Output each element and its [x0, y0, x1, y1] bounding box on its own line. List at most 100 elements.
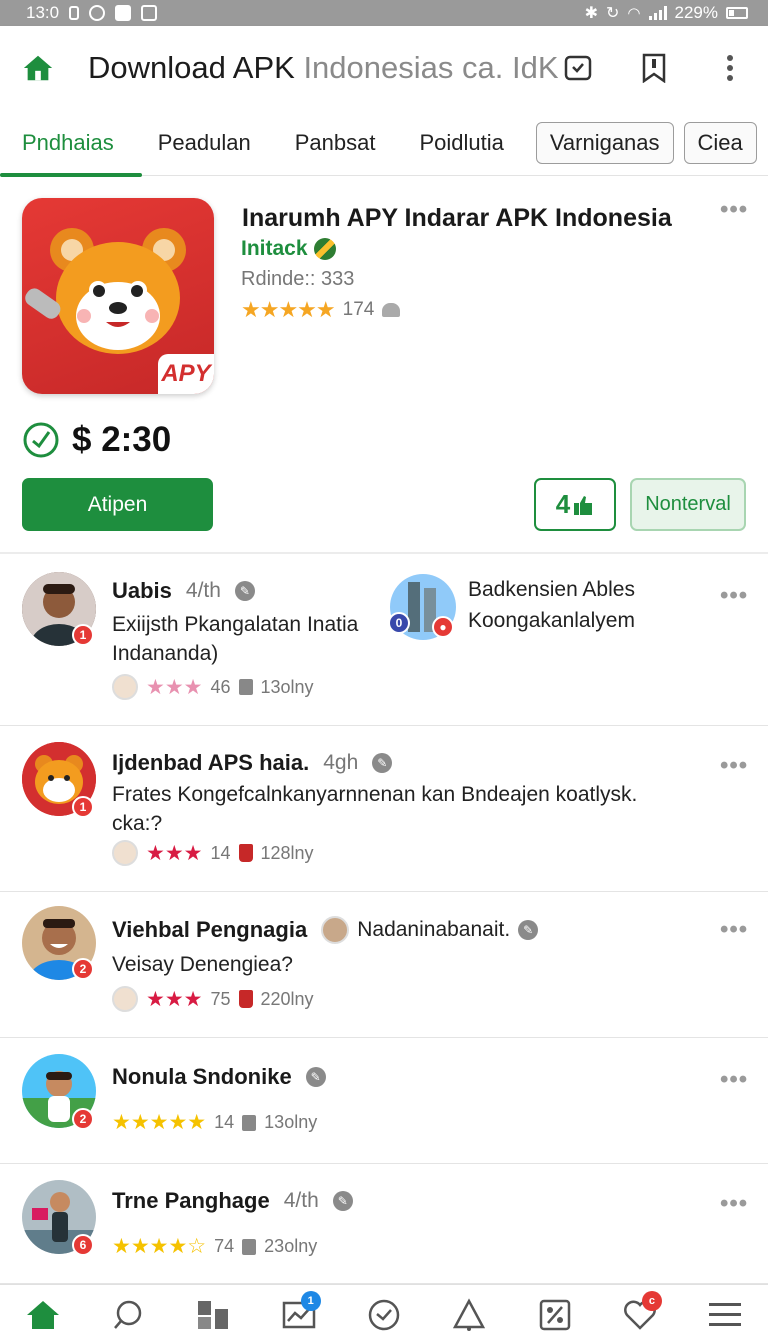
filter-chip-varniganas[interactable]: Varniganas: [535, 121, 674, 164]
nav-search[interactable]: [108, 1295, 148, 1335]
battery-icon: [726, 7, 748, 19]
nav-offers[interactable]: [535, 1295, 575, 1335]
review-count: 75: [210, 988, 231, 1009]
save-icon[interactable]: [562, 52, 594, 84]
app-price: $ 2:30: [72, 420, 172, 459]
review-ago: 4/th: [185, 579, 221, 602]
like-button[interactable]: 4: [534, 478, 616, 531]
reviewer-badge: 1: [72, 796, 94, 818]
review-stars: ★★★: [146, 987, 203, 1011]
like-count: 4: [555, 489, 571, 519]
related-app-badge: 0: [388, 612, 410, 634]
review-more-icon[interactable]: •••: [720, 916, 748, 944]
reviewer-name[interactable]: Nonula Sndonike: [112, 1064, 292, 1090]
cup-icon[interactable]: [238, 844, 253, 862]
thumbs-icon[interactable]: [242, 1238, 257, 1255]
app-icon: APY: [22, 198, 214, 394]
sync-icon: ↻: [606, 5, 620, 22]
app-more-icon[interactable]: •••: [720, 196, 748, 224]
review-meta: ★★★★★ 14 13olny: [112, 1110, 317, 1135]
reviewer-mini-avatar: [321, 916, 350, 944]
review-stars: ★★★★★: [112, 1111, 207, 1134]
clock-check-icon: [23, 422, 59, 458]
reviewer-name[interactable]: Trne Panghage: [112, 1188, 270, 1214]
nav-menu[interactable]: [705, 1295, 745, 1335]
reviewer-name[interactable]: Uabis: [112, 578, 172, 604]
review-more-icon[interactable]: •••: [720, 1066, 748, 1094]
reviewer-name[interactable]: Ijdenbad APS haia.: [112, 750, 309, 776]
thumbs-icon[interactable]: [238, 679, 253, 695]
nav-home[interactable]: [23, 1295, 63, 1335]
thumbs-up-icon: [574, 495, 593, 515]
reviewer-name[interactable]: Viehbal Pengnagia: [112, 917, 307, 943]
app-rating: ★★★★★ 174: [241, 297, 401, 323]
review-more-icon[interactable]: •••: [720, 752, 748, 780]
page-title-main: Download APK: [88, 50, 295, 85]
page-title-muted: Indonesias ca. IdK: [303, 50, 559, 85]
tab-panbsat[interactable]: Panbsat: [273, 110, 398, 176]
apps-icon: [198, 1300, 229, 1329]
nav-check[interactable]: [364, 1295, 404, 1335]
review-more-icon[interactable]: •••: [720, 582, 748, 610]
secondary-button[interactable]: Nonterval: [630, 478, 746, 531]
filter-chip-ciea[interactable]: Ciea: [683, 121, 757, 164]
app-meta: Rdinde:: 333: [241, 268, 355, 290]
status-time: 13:0: [26, 3, 60, 22]
review-item: 6 Trne Panghage 4/th ✎ ••• ★★★★☆ 74 23ol…: [0, 1164, 768, 1284]
reviewer-badge: 6: [72, 1234, 94, 1256]
review-meta: ★★★ 14 128lny: [112, 840, 314, 866]
tab-peadulan[interactable]: Peadulan: [136, 110, 273, 176]
notification-icon: [115, 5, 132, 21]
review-item: 2 Viehbal Pengnagia Nadaninabanait. ✎ ••…: [0, 892, 768, 1038]
related-app-thumbnail[interactable]: 0 ●: [388, 572, 458, 642]
page-title: Download APK Indonesias ca. IdK: [88, 50, 559, 86]
developer-flag-icon: [313, 238, 336, 260]
reviewer-name-row: Uabis 4/th ✎: [112, 578, 255, 604]
home-icon[interactable]: [22, 52, 54, 84]
overflow-menu-icon[interactable]: [714, 52, 746, 84]
tab-pndhaias[interactable]: Pndhaias: [0, 110, 142, 177]
reviewer-name-row: Viehbal Pengnagia Nadaninabanait. ✎: [112, 916, 539, 944]
signal-icon: [648, 6, 667, 20]
app-icon-label: APY: [158, 354, 214, 394]
review-meta: ★★★★☆ 74 23olny: [112, 1234, 317, 1259]
verified-icon: ✎: [518, 920, 539, 940]
review-icon: [382, 303, 401, 317]
app-developer[interactable]: Initack: [241, 237, 336, 261]
verified-icon: ✎: [234, 581, 255, 601]
related-app-subtitle: Koongakanlalyem: [468, 609, 635, 632]
review-stars: ★★★: [146, 675, 203, 699]
reviewer-handle: Nadaninabanait.: [357, 918, 511, 941]
bluetooth-icon: ✱: [584, 5, 599, 22]
app-detail-header: APY Inarumh APY Indarar APK Indonesia ••…: [0, 176, 768, 554]
nav-chart[interactable]: 1: [279, 1290, 321, 1335]
related-app-emoji-icon: ●: [432, 616, 454, 638]
nav-alerts[interactable]: [449, 1295, 489, 1335]
app-bar: Download APK Indonesias ca. IdK: [0, 26, 768, 110]
bookmark-icon[interactable]: [638, 52, 670, 84]
tab-poidlutia[interactable]: Poidlutia: [397, 110, 525, 176]
review-time: 23olny: [264, 1236, 318, 1256]
review-meta: ★★★ 75 220lny: [112, 986, 314, 1012]
image-icon: [141, 5, 158, 21]
developer-name: Initack: [241, 237, 308, 260]
reviewer-name-row: Nonula Sndonike ✎: [112, 1064, 326, 1090]
install-button[interactable]: Atipen: [22, 478, 213, 531]
verified-icon: ✎: [305, 1067, 326, 1087]
review-time: 13olny: [260, 676, 314, 697]
review-more-icon[interactable]: •••: [720, 1190, 748, 1218]
reviewer-name-row: Trne Panghage 4/th ✎: [112, 1188, 353, 1214]
nav-favorites[interactable]: c: [620, 1290, 662, 1335]
bottom-navigation: 1 c: [0, 1284, 768, 1344]
home-icon: [26, 1300, 59, 1329]
reviewer-badge: 2: [72, 1108, 94, 1130]
related-app-title[interactable]: Badkensien Ables: [468, 574, 635, 605]
nav-apps[interactable]: [193, 1295, 233, 1335]
review-count: 14: [210, 842, 231, 863]
review-text: Frates Kongefcalnkanyarnnenan kan Bndeaj…: [112, 783, 638, 835]
review-text: Exiijsth Pkangalatan Inatia Indananda): [112, 613, 359, 665]
nav-favorites-badge: c: [641, 1290, 662, 1311]
cup-icon[interactable]: [238, 990, 253, 1008]
bell-icon: [453, 1297, 486, 1331]
thumbs-icon[interactable]: [242, 1114, 257, 1131]
